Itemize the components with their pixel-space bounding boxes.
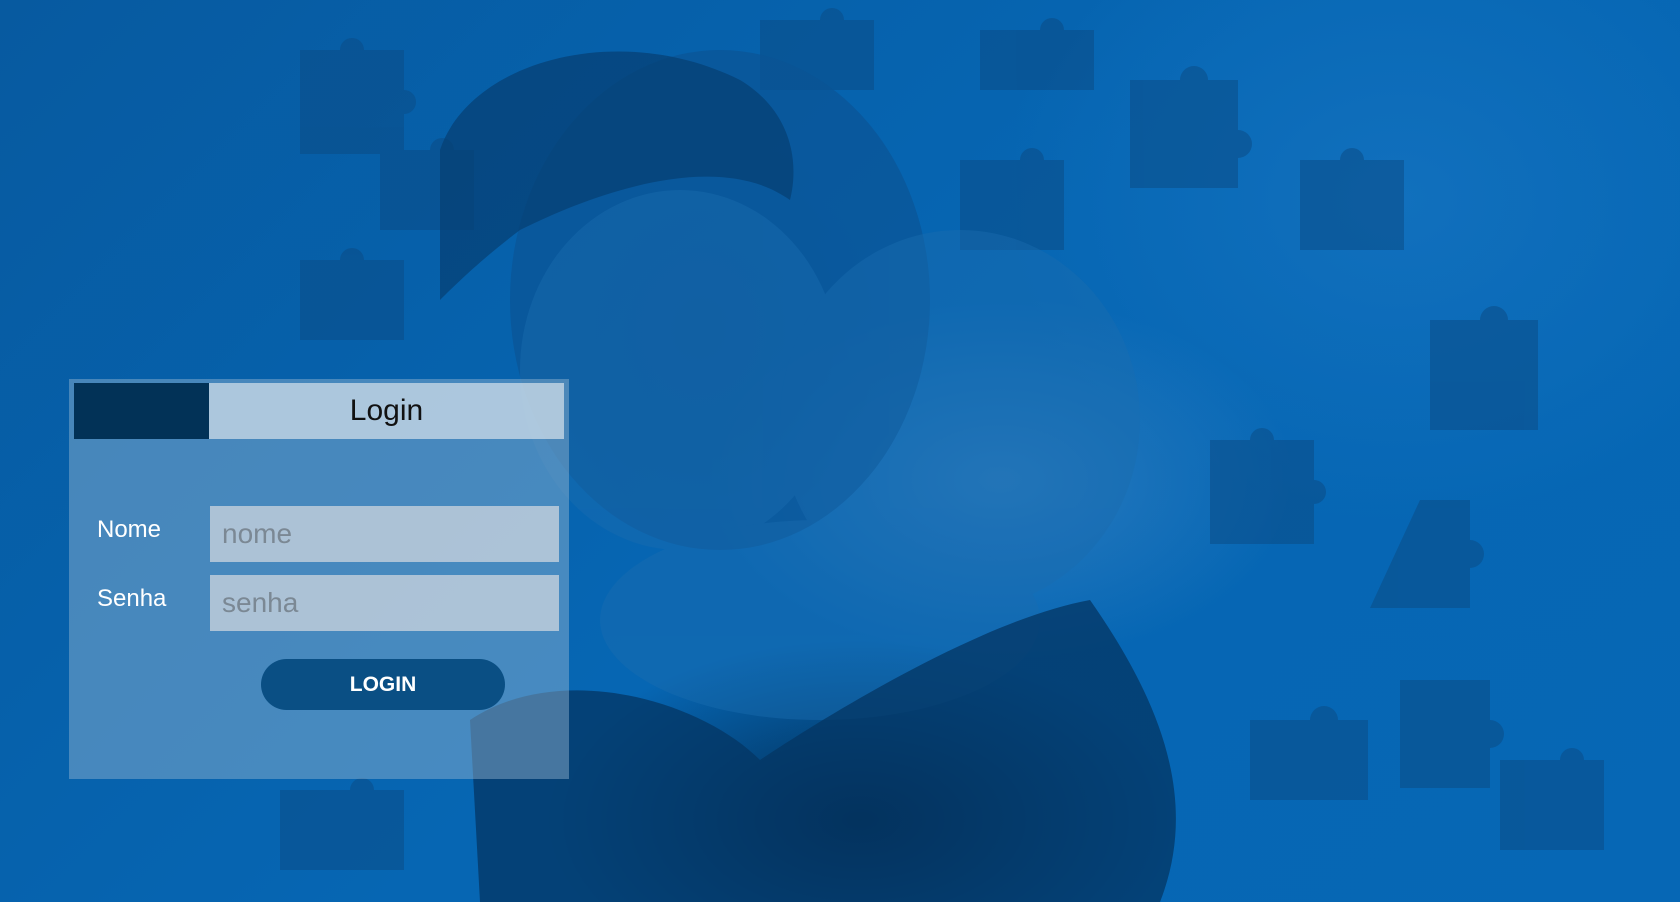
login-card: Login Nome Senha LOGIN <box>69 379 569 779</box>
login-card-header: Login <box>74 383 564 439</box>
senha-input[interactable] <box>210 575 559 631</box>
login-title: Login <box>349 394 424 427</box>
senha-label: Senha <box>97 585 167 612</box>
header-accent-block <box>74 383 209 439</box>
login-button[interactable]: LOGIN <box>261 659 505 710</box>
nome-label: Nome <box>97 516 162 543</box>
nome-input[interactable] <box>210 506 559 562</box>
